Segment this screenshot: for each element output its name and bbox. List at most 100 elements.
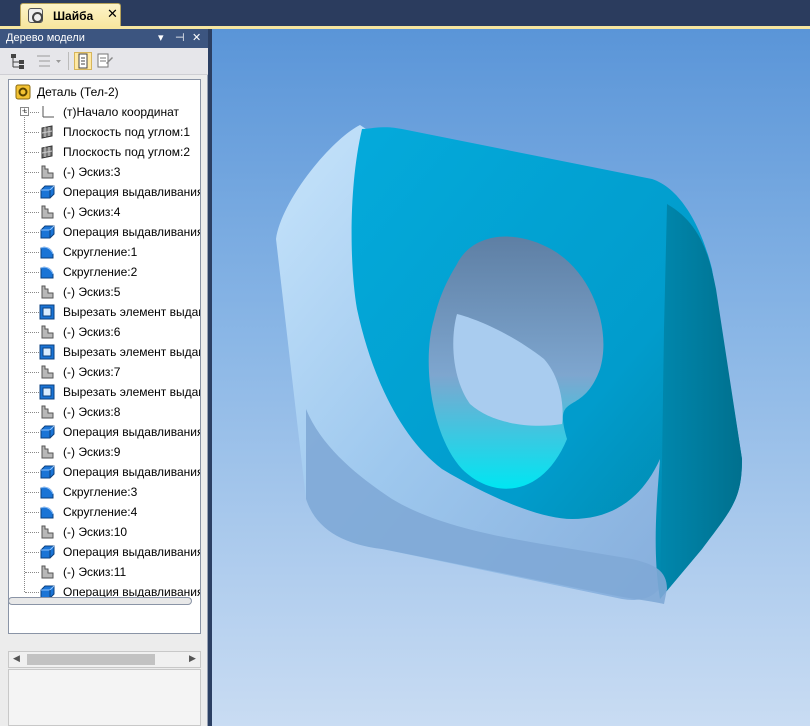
- cut-extrude-icon: [39, 384, 55, 400]
- panel-close-button[interactable]: ✕: [192, 31, 201, 44]
- tree-item-label: (-) Эскиз:6: [63, 325, 121, 339]
- scroll-thumb[interactable]: [27, 654, 155, 665]
- tree-item[interactable]: (-) Эскиз:6: [9, 322, 200, 342]
- sketch-icon: [39, 324, 55, 340]
- tree-item-label: Скругление:4: [63, 505, 138, 519]
- panel-title: Дерево модели: [6, 32, 85, 44]
- tree-item[interactable]: Скругление:1: [9, 242, 200, 262]
- tab-label: Шайба: [53, 9, 94, 23]
- properties-icon: [97, 53, 113, 68]
- scroll-right-icon[interactable]: ▶: [189, 653, 196, 664]
- tree-item[interactable]: Скругление:4: [9, 502, 200, 522]
- tree-item-label: Плоскость под углом:1: [63, 125, 191, 139]
- tree-item[interactable]: Вырезать элемент выдав.: [9, 302, 200, 322]
- tree-item[interactable]: Вырезать элемент выдав.: [9, 342, 201, 362]
- tree-item[interactable]: Операция выдавливания: [9, 542, 201, 562]
- tree-item[interactable]: Плоскость под углом:1: [9, 122, 200, 142]
- tree-structure-icon: [11, 54, 24, 69]
- tree-item[interactable]: (-) Эскиз:5: [9, 282, 200, 302]
- tree-item[interactable]: Операция выдавливания: [9, 462, 201, 482]
- tree-item[interactable]: Плоскость под углом:2: [9, 142, 200, 162]
- plane-icon: [39, 124, 55, 140]
- extrude-icon: [39, 184, 55, 200]
- scroll-left-icon[interactable]: ◀: [13, 653, 20, 664]
- tree-item-label: Операция выдавливания: [63, 545, 201, 559]
- tree-item-label: (-) Эскиз:9: [63, 445, 121, 459]
- sketch-icon: [39, 524, 55, 540]
- tree-item-label: Вырезать элемент выдав.: [63, 345, 201, 359]
- sketch-icon: [39, 564, 55, 580]
- part-icon: [15, 84, 31, 100]
- panel-horizontal-scrollbar[interactable]: ◀ ▶: [8, 651, 201, 668]
- panel-header: Дерево модели ▾ ⊣ ✕: [0, 29, 208, 48]
- tree-item[interactable]: (-) Эскиз:11: [9, 562, 200, 582]
- fillet-icon: [39, 264, 55, 280]
- tree-mode-button[interactable]: [74, 52, 92, 70]
- model-viewport[interactable]: [212, 29, 810, 726]
- tree-item-label: (т)Начало координат: [63, 105, 180, 119]
- washer-right-edge: [660, 204, 742, 599]
- tab-close-button[interactable]: ✕: [107, 7, 118, 21]
- tree-item-label: Скругление:1: [63, 245, 138, 259]
- tree-item[interactable]: (-) Эскиз:3: [9, 162, 200, 182]
- tree-item[interactable]: Скругление:3: [9, 482, 200, 502]
- panel-pin-button[interactable]: ⊣: [175, 31, 185, 44]
- cut-extrude-icon: [39, 304, 55, 320]
- sketch-icon: [39, 404, 55, 420]
- extrude-icon: [39, 464, 55, 480]
- extrude-icon: [39, 424, 55, 440]
- sketch-icon: [39, 364, 55, 380]
- tree-root-part[interactable]: Деталь (Тел-2): [9, 82, 200, 102]
- tree-item-label: Операция выдавливания: [63, 465, 201, 479]
- model-tree-panel: Дерево модели ▾ ⊣ ✕ Деталь (Тел-2) + (т)…: [0, 29, 208, 726]
- tree-item[interactable]: (-) Эскиз:7: [9, 362, 200, 382]
- tab-shaiba[interactable]: Шайба ✕: [20, 3, 121, 27]
- cut-extrude-icon: [39, 344, 55, 360]
- fillet-icon: [39, 504, 55, 520]
- tree-item[interactable]: Скругление:2: [9, 262, 200, 282]
- origin-icon: [39, 104, 55, 120]
- fillet-icon: [39, 244, 55, 260]
- tree-item[interactable]: Операция выдавливания: [9, 222, 201, 242]
- part-document-icon: [28, 8, 43, 23]
- tree-item[interactable]: (-) Эскиз:10: [9, 522, 200, 542]
- tree-mode-icon: [78, 53, 88, 69]
- tree-item-label: (-) Эскиз:8: [63, 405, 121, 419]
- panel-bottom-area: [8, 669, 201, 726]
- model-tree[interactable]: Деталь (Тел-2) + (т)Начало координат Плос…: [8, 79, 201, 634]
- washer-3d-model[interactable]: [212, 29, 810, 726]
- tree-item[interactable]: Операция выдавливания: [9, 182, 201, 202]
- tree-item-label: (-) Эскиз:7: [63, 365, 121, 379]
- extrude-icon: [39, 224, 55, 240]
- tree-structure-button[interactable]: [8, 52, 26, 70]
- panel-menu-button[interactable]: ▾: [158, 31, 164, 44]
- tree-item-label: (-) Эскиз:3: [63, 165, 121, 179]
- tree-item[interactable]: (т)Начало координат: [9, 102, 200, 122]
- tree-item[interactable]: Вырезать элемент выдав.: [9, 382, 201, 402]
- tree-view-dropdown-button[interactable]: [34, 52, 64, 70]
- tree-item-label: Вырезать элемент выдав.: [63, 385, 201, 399]
- extrude-icon: [39, 544, 55, 560]
- tree-item-label: (-) Эскиз:10: [63, 525, 128, 539]
- tree-item-label: Операция выдавливания: [63, 185, 201, 199]
- tree-item-label: Плоскость под углом:2: [63, 145, 191, 159]
- tree-item-label: (-) Эскиз:5: [63, 285, 121, 299]
- sketch-icon: [39, 204, 55, 220]
- tree-item-label: Операция выдавливания: [63, 225, 201, 239]
- sketch-icon: [39, 164, 55, 180]
- tree-item-label: (-) Эскиз:4: [63, 205, 121, 219]
- tree-item-label: (-) Эскиз:11: [63, 565, 127, 579]
- tree-item[interactable]: (-) Эскиз:9: [9, 442, 200, 462]
- tree-horizontal-scrollbar[interactable]: [8, 597, 192, 605]
- tree-item[interactable]: (-) Эскиз:4: [9, 202, 200, 222]
- document-tab-strip: Шайба ✕: [0, 0, 810, 29]
- sketch-icon: [39, 444, 55, 460]
- tree-item[interactable]: (-) Эскиз:8: [9, 402, 200, 422]
- tree-root-label: Деталь (Тел-2): [37, 85, 119, 99]
- tree-item[interactable]: Операция выдавливания: [9, 422, 200, 442]
- tree-item-label: Скругление:3: [63, 485, 138, 499]
- list-view-icon: [37, 55, 61, 67]
- tree-properties-button[interactable]: [96, 52, 114, 70]
- toolbar-separator: [68, 52, 69, 70]
- sketch-icon: [39, 284, 55, 300]
